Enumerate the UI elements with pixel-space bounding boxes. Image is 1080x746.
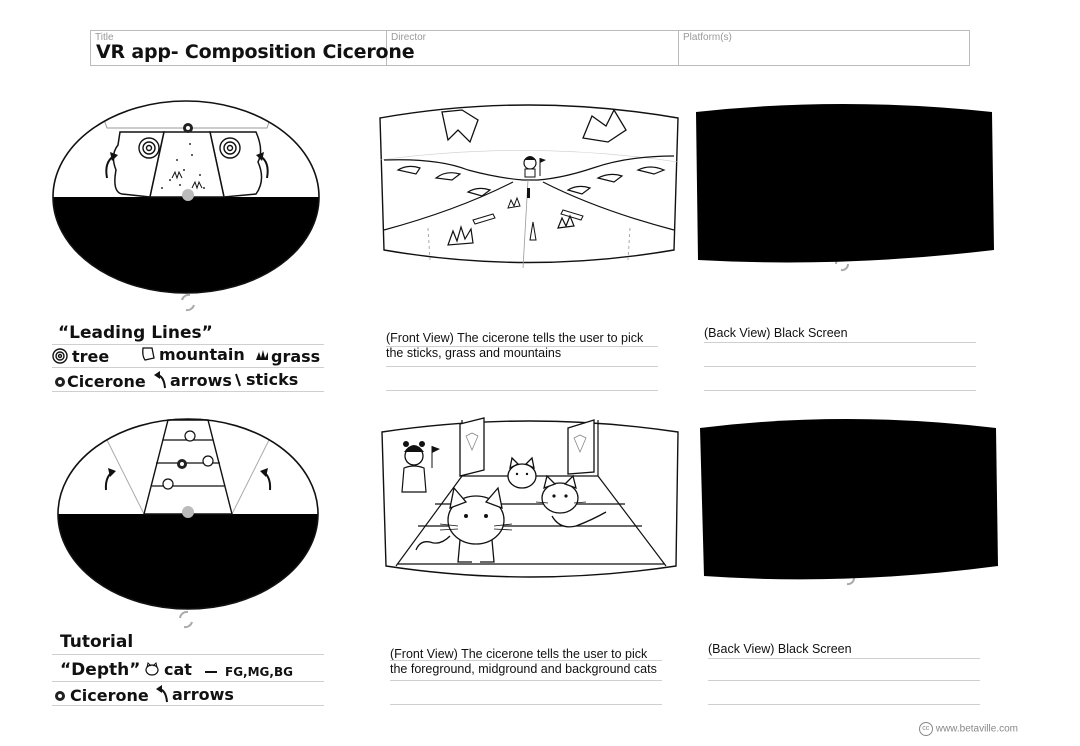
note-line xyxy=(708,704,980,705)
note-line xyxy=(704,366,976,367)
leading-lines-front-view-sketch xyxy=(379,104,679,269)
note-line xyxy=(704,390,976,391)
note-line xyxy=(390,680,662,681)
legend-cicerone: Cicerone xyxy=(67,372,146,391)
note-line xyxy=(390,660,662,661)
back-view-caption: (Back View) Black Screen xyxy=(708,642,852,656)
tree-icon xyxy=(52,348,68,364)
legend-cat: cat xyxy=(164,660,192,679)
footer-credit: cc www.betaville.com xyxy=(918,722,1018,736)
depth-front-view-sketch xyxy=(381,417,679,578)
note-line xyxy=(52,681,324,682)
legend-cicerone: Cicerone xyxy=(70,686,149,705)
tutorial-heading: Tutorial xyxy=(60,632,134,652)
arrow-icon xyxy=(154,371,166,389)
rotate-icon xyxy=(179,610,193,629)
note-line xyxy=(390,704,662,705)
legend-layers: FG,MG,BG xyxy=(225,665,293,679)
note-line xyxy=(708,658,980,659)
depth-overview-sketch xyxy=(57,418,319,629)
stick-icon xyxy=(235,373,241,387)
legend-sticks: sticks xyxy=(246,370,299,389)
arrow-icon xyxy=(156,685,168,703)
note-line xyxy=(386,366,658,367)
title-cell: Title VR app- Composition Cicerone xyxy=(91,31,415,65)
platform-cell: Platform(s) xyxy=(679,31,969,65)
note-line xyxy=(52,391,324,392)
rotate-icon xyxy=(181,293,195,312)
back-view-caption: (Back View) Black Screen xyxy=(704,326,848,340)
note-line xyxy=(52,654,324,655)
back-view-black-screen xyxy=(696,104,994,263)
note-line xyxy=(386,346,658,347)
platform-label: Platform(s) xyxy=(683,32,732,43)
cicerone-icon xyxy=(55,377,65,387)
legend-mountain: mountain xyxy=(159,345,245,364)
leading-lines-heading: “Leading Lines” xyxy=(58,323,213,343)
front-view-caption: (Front View) The cicerone tells the user… xyxy=(390,647,657,676)
note-line xyxy=(704,342,976,343)
dash-mark xyxy=(205,671,217,673)
mountain-icon xyxy=(142,347,155,361)
cat-icon xyxy=(145,662,159,676)
legend-arrows: arrows xyxy=(170,371,232,390)
cicerone-icon xyxy=(55,691,65,701)
note-line xyxy=(52,367,324,368)
legend-arrows: arrows xyxy=(172,685,234,704)
title-value: VR app- Composition Cicerone xyxy=(96,41,415,63)
leading-lines-overview-sketch xyxy=(52,100,320,312)
director-label: Director xyxy=(391,32,427,43)
legend-tree: tree xyxy=(72,347,110,366)
depth-heading: “Depth” xyxy=(60,660,141,680)
back-view-black-screen xyxy=(700,419,998,580)
note-line xyxy=(708,680,980,681)
storyboard-header: Title VR app- Composition Cicerone Direc… xyxy=(90,30,970,66)
note-line xyxy=(52,705,324,706)
creative-commons-icon: cc xyxy=(918,722,933,736)
director-cell: Director xyxy=(387,31,679,65)
note-line xyxy=(386,390,658,391)
credit-link[interactable]: www.betaville.com xyxy=(936,724,1018,735)
legend-grass: grass xyxy=(271,347,321,366)
grass-icon xyxy=(256,350,268,360)
